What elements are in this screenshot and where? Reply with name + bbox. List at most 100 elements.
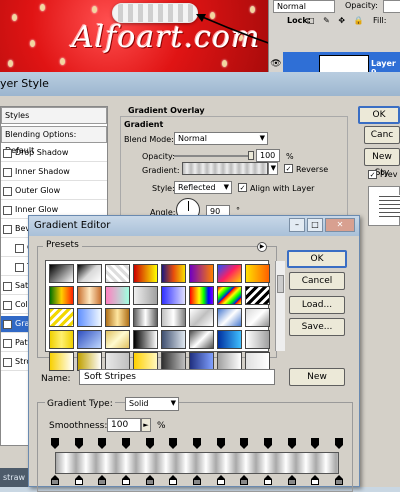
gradient-type-select[interactable]: Solid ▼ (125, 397, 179, 411)
preset-swatch[interactable] (217, 264, 242, 283)
preset-swatch[interactable] (77, 308, 102, 327)
gradient-ok-button[interactable]: OK (287, 250, 347, 268)
style-checkbox[interactable] (3, 225, 12, 234)
style-checkbox[interactable] (3, 301, 12, 310)
minimize-icon[interactable]: – (289, 218, 305, 232)
color-stop-icon[interactable] (193, 475, 201, 485)
preset-swatch[interactable] (245, 330, 270, 349)
color-stop-icon[interactable] (311, 475, 320, 485)
opacity-stop-icon[interactable] (240, 438, 249, 449)
preset-swatch[interactable] (105, 286, 130, 305)
save-button[interactable]: Save... (289, 318, 345, 336)
preset-swatch[interactable] (77, 330, 102, 349)
align-checkbox[interactable]: ✓ (238, 183, 247, 192)
style-item[interactable]: Styles (1, 107, 107, 124)
opacity-stop-icon[interactable] (216, 438, 225, 449)
preset-swatch[interactable] (245, 308, 270, 327)
color-stop-icon[interactable] (287, 475, 296, 485)
opacity-stop-icon[interactable] (193, 438, 201, 449)
color-stop-icon[interactable] (98, 475, 107, 485)
preset-swatch[interactable] (217, 308, 242, 327)
preset-swatch[interactable] (105, 264, 130, 283)
style-checkbox[interactable] (3, 149, 12, 158)
preset-swatch[interactable] (161, 330, 186, 349)
preset-swatch[interactable] (49, 352, 74, 371)
preset-swatch[interactable] (217, 286, 242, 305)
preset-swatch[interactable] (133, 264, 158, 283)
preset-menu-icon[interactable]: ▶ (257, 242, 267, 252)
layer-blend-select[interactable]: Normal (273, 0, 335, 13)
preset-swatch[interactable] (189, 308, 214, 327)
color-stop-icon[interactable] (335, 475, 343, 485)
new-gradient-button[interactable]: New (289, 368, 345, 386)
color-stop-icon[interactable] (122, 475, 130, 485)
opacity-stop-icon[interactable] (311, 438, 320, 449)
layer-style-cancel-button[interactable]: Canc (364, 126, 400, 144)
style-checkbox[interactable] (3, 282, 12, 291)
preset-swatch[interactable] (133, 308, 158, 327)
gradient-preview-swatch[interactable] (182, 162, 268, 175)
style-checkbox[interactable] (15, 263, 24, 272)
preset-swatch[interactable] (49, 264, 74, 283)
style-select[interactable]: Reflected ▼ (174, 181, 232, 194)
opacity-stop-icon[interactable] (122, 438, 130, 449)
preset-swatch[interactable] (161, 264, 186, 283)
style-checkbox[interactable] (3, 206, 12, 215)
opacity-stop-icon[interactable] (74, 438, 83, 449)
preset-swatch[interactable] (161, 308, 186, 327)
preset-swatch[interactable] (105, 330, 130, 349)
document-tab[interactable]: straw (0, 468, 28, 487)
new-style-button[interactable]: New Sty (364, 148, 400, 178)
preset-swatch[interactable] (133, 330, 158, 349)
opacity-stop-icon[interactable] (145, 438, 154, 449)
opacity-stop-icon[interactable] (264, 438, 272, 449)
style-item[interactable]: Inner Shadow (1, 164, 107, 181)
style-checkbox[interactable]: ✓ (3, 320, 12, 329)
color-stop-icon[interactable] (240, 475, 249, 485)
color-stop-icon[interactable] (216, 475, 225, 485)
gradient-dropdown[interactable]: ▼ (268, 162, 278, 175)
preset-swatch[interactable] (189, 264, 214, 283)
preset-swatch[interactable] (245, 286, 270, 305)
layer-style-ok-button[interactable]: OK (358, 106, 400, 124)
opacity-slider[interactable] (174, 151, 254, 160)
opacity-stop-icon[interactable] (169, 438, 178, 449)
opacity-slider-thumb[interactable] (248, 151, 254, 160)
close-icon[interactable]: ✕ (325, 218, 355, 232)
opacity-stop-icon[interactable] (335, 438, 343, 449)
scrollbar-thumb[interactable] (277, 275, 284, 293)
layer-style-titlebar[interactable]: yer Style (0, 72, 400, 96)
color-stop-icon[interactable] (51, 475, 59, 485)
smoothness-input[interactable]: 100 (107, 418, 141, 432)
reverse-checkbox[interactable]: ✓ (284, 164, 293, 173)
preset-swatch[interactable] (49, 308, 74, 327)
blend-mode-select[interactable]: Normal ▼ (174, 132, 268, 145)
gradient-editor-titlebar[interactable]: Gradient Editor – □ ✕ (29, 216, 359, 236)
layer-opacity-input[interactable] (383, 0, 400, 13)
color-stop-icon[interactable] (169, 475, 178, 485)
opacity-stop-icon[interactable] (98, 438, 107, 449)
preset-swatch[interactable] (77, 264, 102, 283)
load-button[interactable]: Load... (289, 296, 345, 314)
style-checkbox[interactable] (15, 244, 24, 253)
preset-swatch[interactable] (189, 286, 214, 305)
style-item[interactable]: Blending Options: Default (1, 126, 107, 155)
color-stop-icon[interactable] (264, 475, 272, 485)
smoothness-arrow-icon[interactable]: ► (141, 418, 151, 432)
preset-swatch[interactable] (189, 330, 214, 349)
lock-icons[interactable]: □ ✎ ✥ 🔒 (307, 16, 367, 25)
preset-swatch[interactable] (77, 286, 102, 305)
preset-swatch[interactable] (49, 286, 74, 305)
preset-swatch[interactable] (49, 330, 74, 349)
opacity-stop-icon[interactable] (51, 438, 59, 449)
gradient-cancel-button[interactable]: Cancel (289, 272, 345, 290)
name-input[interactable]: Soft Stripes (79, 369, 275, 385)
style-item[interactable]: Outer Glow (1, 183, 107, 200)
preset-swatch[interactable] (105, 308, 130, 327)
maximize-icon[interactable]: □ (307, 218, 323, 232)
opacity-stop-icon[interactable] (287, 438, 296, 449)
style-checkbox[interactable] (3, 358, 12, 367)
style-checkbox[interactable] (3, 187, 12, 196)
preset-swatch[interactable] (217, 330, 242, 349)
style-checkbox[interactable] (3, 339, 12, 348)
